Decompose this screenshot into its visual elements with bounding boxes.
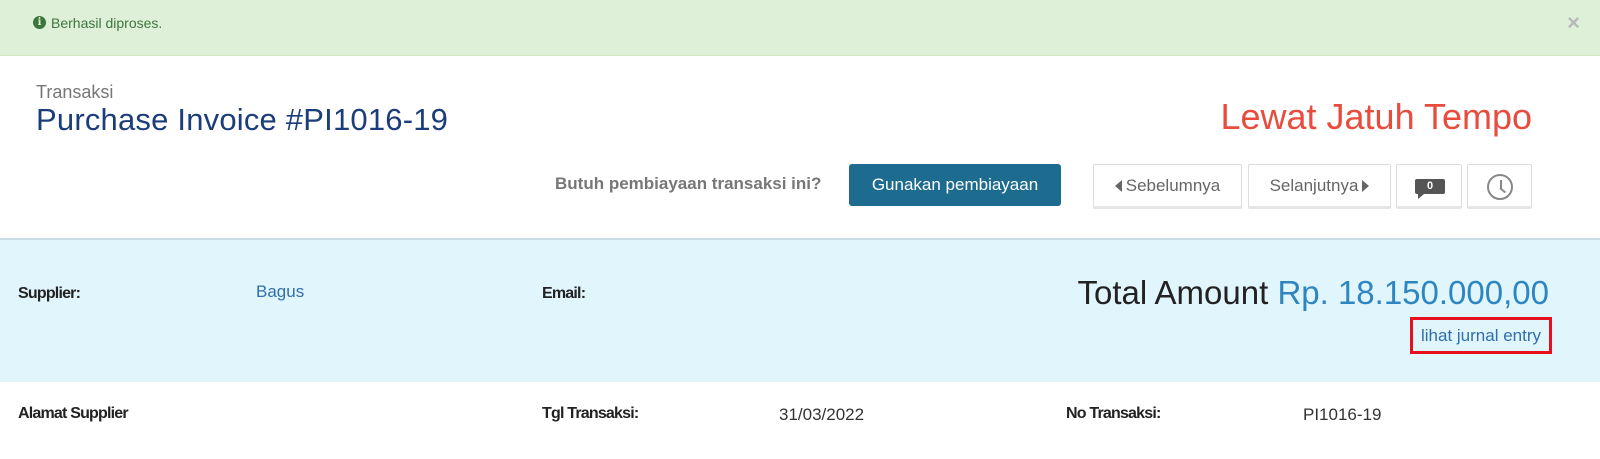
transaction-number-label: No Transaksi: [1066,405,1161,422]
alert-message: Berhasil diproses. [51,15,163,31]
previous-label: Sebelumnya [1125,176,1221,195]
supplier-label: Supplier: [18,285,81,302]
journal-entry-link[interactable]: lihat jurnal entry [1410,317,1552,354]
close-icon[interactable]: × [1567,12,1580,34]
breadcrumb: Transaksi [36,82,114,102]
transaction-date-label: Tgl Transaksi: [542,405,639,422]
comment-icon: 0 [1415,179,1445,199]
history-button[interactable] [1467,164,1532,209]
success-alert: i Berhasil diproses. × [0,0,1600,56]
supplier-address-label: Alamat Supplier [18,405,129,422]
comment-count: 0 [1426,180,1434,192]
total-label: Total Amount [1077,274,1269,311]
status-badge: Lewat Jatuh Tempo [1220,96,1532,137]
email-label: Email: [542,285,586,302]
total-amount: Total Amount Rp. 18.150.000,00 [1077,274,1549,312]
clock-icon [1487,174,1513,200]
use-financing-button[interactable]: Gunakan pembiayaan [849,164,1061,206]
page-title: Purchase Invoice #PI1016-19 [36,102,449,137]
transaction-date-value: 31/03/2022 [779,405,865,424]
total-value: Rp. 18.150.000,00 [1277,274,1549,311]
caret-right-icon [1362,180,1370,192]
info-circle-icon: i [33,16,46,29]
transaction-number-value: PI1016-19 [1303,405,1382,424]
previous-button[interactable]: Sebelumnya [1093,164,1242,209]
caret-left-icon [1114,180,1122,192]
financing-question: Butuh pembiayaan transaksi ini? [555,174,822,193]
comments-button[interactable]: 0 [1396,164,1462,209]
supplier-value[interactable]: Bagus [256,282,304,302]
next-label: Selanjutnya [1269,176,1359,195]
next-button[interactable]: Selanjutnya [1248,164,1391,209]
invoice-summary: Supplier: Bagus Email: Total Amount Rp. … [0,238,1600,382]
